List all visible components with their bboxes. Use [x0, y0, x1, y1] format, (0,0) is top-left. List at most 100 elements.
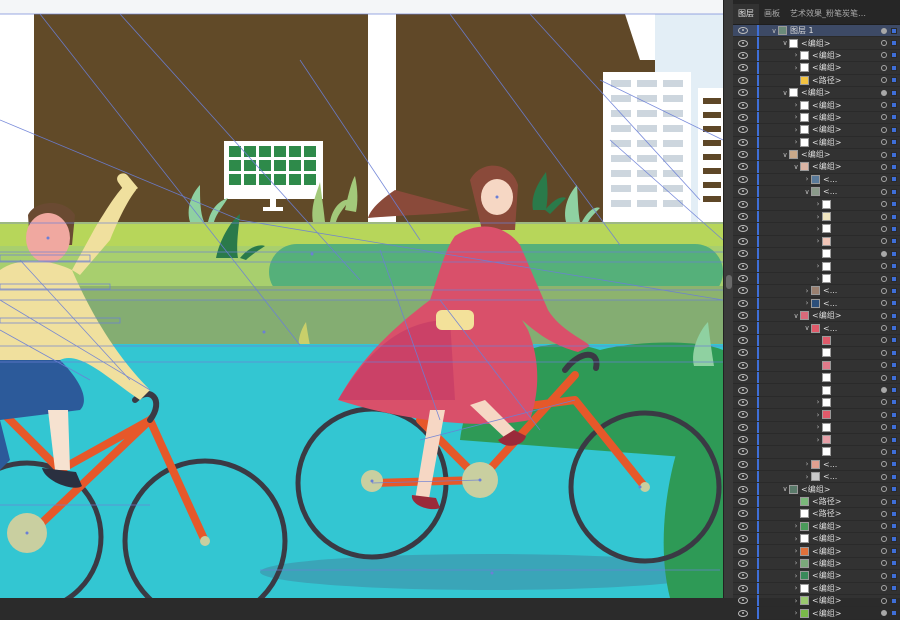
layer-name[interactable]: <编组>: [812, 112, 841, 123]
visibility-eye-icon[interactable]: [738, 138, 748, 146]
layer-row[interactable]: <路径>: [733, 508, 900, 521]
selection-square-icon[interactable]: [891, 510, 897, 517]
layer-name[interactable]: 图层 1: [790, 25, 814, 36]
chevron-right-icon[interactable]: ›: [803, 175, 811, 183]
layer-name[interactable]: <编组>: [801, 87, 830, 98]
layer-row[interactable]: ›: [733, 421, 900, 434]
visibility-eye-icon[interactable]: [738, 510, 748, 518]
target-circle-icon[interactable]: [881, 102, 887, 109]
visibility-eye-icon[interactable]: [738, 609, 748, 617]
layer-row[interactable]: ›: [733, 272, 900, 286]
chevron-right-icon[interactable]: ›: [814, 411, 822, 419]
selection-square-icon[interactable]: [891, 275, 897, 282]
visibility-eye-icon[interactable]: [738, 200, 748, 208]
target-circle-icon[interactable]: [881, 411, 887, 418]
scrollbar-thumb[interactable]: [726, 275, 732, 289]
target-circle-icon[interactable]: [881, 585, 887, 592]
selection-square-icon[interactable]: [891, 163, 897, 170]
visibility-eye-icon[interactable]: [738, 262, 748, 270]
visibility-eye-icon[interactable]: [738, 498, 748, 506]
chevron-right-icon[interactable]: ›: [792, 572, 800, 580]
tab-1[interactable]: 画板: [759, 4, 785, 24]
chevron-right-icon[interactable]: ›: [814, 225, 822, 233]
layer-name[interactable]: <编组>: [812, 570, 841, 581]
layer-row[interactable]: ›: [733, 198, 900, 211]
target-circle-icon[interactable]: [881, 510, 887, 517]
layer-row[interactable]: [733, 446, 900, 459]
target-circle-icon[interactable]: [881, 523, 887, 530]
layer-row[interactable]: › <编组>: [733, 136, 900, 149]
selection-square-icon[interactable]: [891, 114, 897, 121]
target-circle-icon[interactable]: [881, 424, 887, 431]
target-circle-icon[interactable]: [881, 64, 887, 71]
target-circle-icon[interactable]: [881, 89, 887, 96]
selection-square-icon[interactable]: [891, 52, 897, 59]
layer-row[interactable]: ∨ <编组>: [733, 483, 900, 496]
target-circle-icon[interactable]: [881, 387, 887, 394]
chevron-right-icon[interactable]: ›: [792, 113, 800, 121]
chevron-down-icon[interactable]: ∨: [803, 188, 811, 196]
target-circle-icon[interactable]: [881, 250, 887, 257]
visibility-eye-icon[interactable]: [738, 101, 748, 109]
visibility-eye-icon[interactable]: [738, 559, 748, 567]
chevron-right-icon[interactable]: ›: [792, 584, 800, 592]
layer-row[interactable]: › <编组>: [733, 62, 900, 75]
target-circle-icon[interactable]: [881, 572, 887, 579]
visibility-eye-icon[interactable]: [738, 299, 748, 307]
target-circle-icon[interactable]: [881, 597, 887, 604]
visibility-eye-icon[interactable]: [738, 485, 748, 493]
visibility-eye-icon[interactable]: [738, 386, 748, 394]
chevron-right-icon[interactable]: ›: [792, 51, 800, 59]
selection-square-icon[interactable]: [891, 213, 897, 220]
tab-0[interactable]: 图层: [733, 4, 759, 24]
layer-row[interactable]: › <编组>: [733, 570, 900, 583]
layer-row[interactable]: › <编组>: [733, 607, 900, 620]
layer-name[interactable]: <编组>: [812, 137, 841, 148]
layer-row[interactable]: › <编组>: [733, 99, 900, 112]
chevron-down-icon[interactable]: ∨: [781, 39, 789, 47]
chevron-down-icon[interactable]: ∨: [781, 151, 789, 159]
layer-row[interactable]: <路径>: [733, 74, 900, 87]
chevron-right-icon[interactable]: ›: [814, 237, 822, 245]
target-circle-icon[interactable]: [881, 176, 887, 183]
selection-square-icon[interactable]: [891, 27, 897, 34]
selection-square-icon[interactable]: [891, 486, 897, 493]
target-circle-icon[interactable]: [881, 151, 887, 158]
layer-name[interactable]: <编组>: [812, 62, 841, 73]
selection-square-icon[interactable]: [891, 77, 897, 84]
visibility-eye-icon[interactable]: [738, 361, 748, 369]
chevron-right-icon[interactable]: ›: [803, 287, 811, 295]
visibility-eye-icon[interactable]: [738, 27, 748, 35]
visibility-eye-icon[interactable]: [738, 448, 748, 456]
chevron-down-icon[interactable]: ∨: [792, 163, 800, 171]
selection-square-icon[interactable]: [891, 151, 897, 158]
selection-square-icon[interactable]: [891, 188, 897, 195]
layer-name[interactable]: <编组>: [812, 533, 841, 544]
layer-row[interactable]: ›: [733, 433, 900, 447]
layer-name[interactable]: <编组>: [801, 149, 830, 160]
chevron-down-icon[interactable]: ∨: [781, 485, 789, 493]
selection-square-icon[interactable]: [891, 597, 897, 604]
layer-row[interactable]: › <编组>: [733, 49, 900, 63]
selection-square-icon[interactable]: [891, 325, 897, 332]
target-circle-icon[interactable]: [881, 188, 887, 195]
selection-square-icon[interactable]: [891, 473, 897, 480]
selection-square-icon[interactable]: [891, 126, 897, 133]
layer-row[interactable]: [733, 334, 900, 348]
target-circle-icon[interactable]: [881, 126, 887, 133]
selection-square-icon[interactable]: [891, 362, 897, 369]
selection-square-icon[interactable]: [891, 560, 897, 567]
layer-name[interactable]: <...: [823, 187, 837, 196]
visibility-eye-icon[interactable]: [738, 522, 748, 530]
chevron-right-icon[interactable]: ›: [792, 138, 800, 146]
selection-square-icon[interactable]: [891, 287, 897, 294]
selection-square-icon[interactable]: [891, 572, 897, 579]
target-circle-icon[interactable]: [881, 201, 887, 208]
chevron-right-icon[interactable]: ›: [814, 423, 822, 431]
target-circle-icon[interactable]: [881, 560, 887, 567]
chevron-right-icon[interactable]: ›: [803, 299, 811, 307]
target-circle-icon[interactable]: [881, 374, 887, 381]
visibility-eye-icon[interactable]: [738, 287, 748, 295]
layer-row[interactable]: ∨ 图层 1: [733, 25, 900, 38]
visibility-eye-icon[interactable]: [738, 374, 748, 382]
